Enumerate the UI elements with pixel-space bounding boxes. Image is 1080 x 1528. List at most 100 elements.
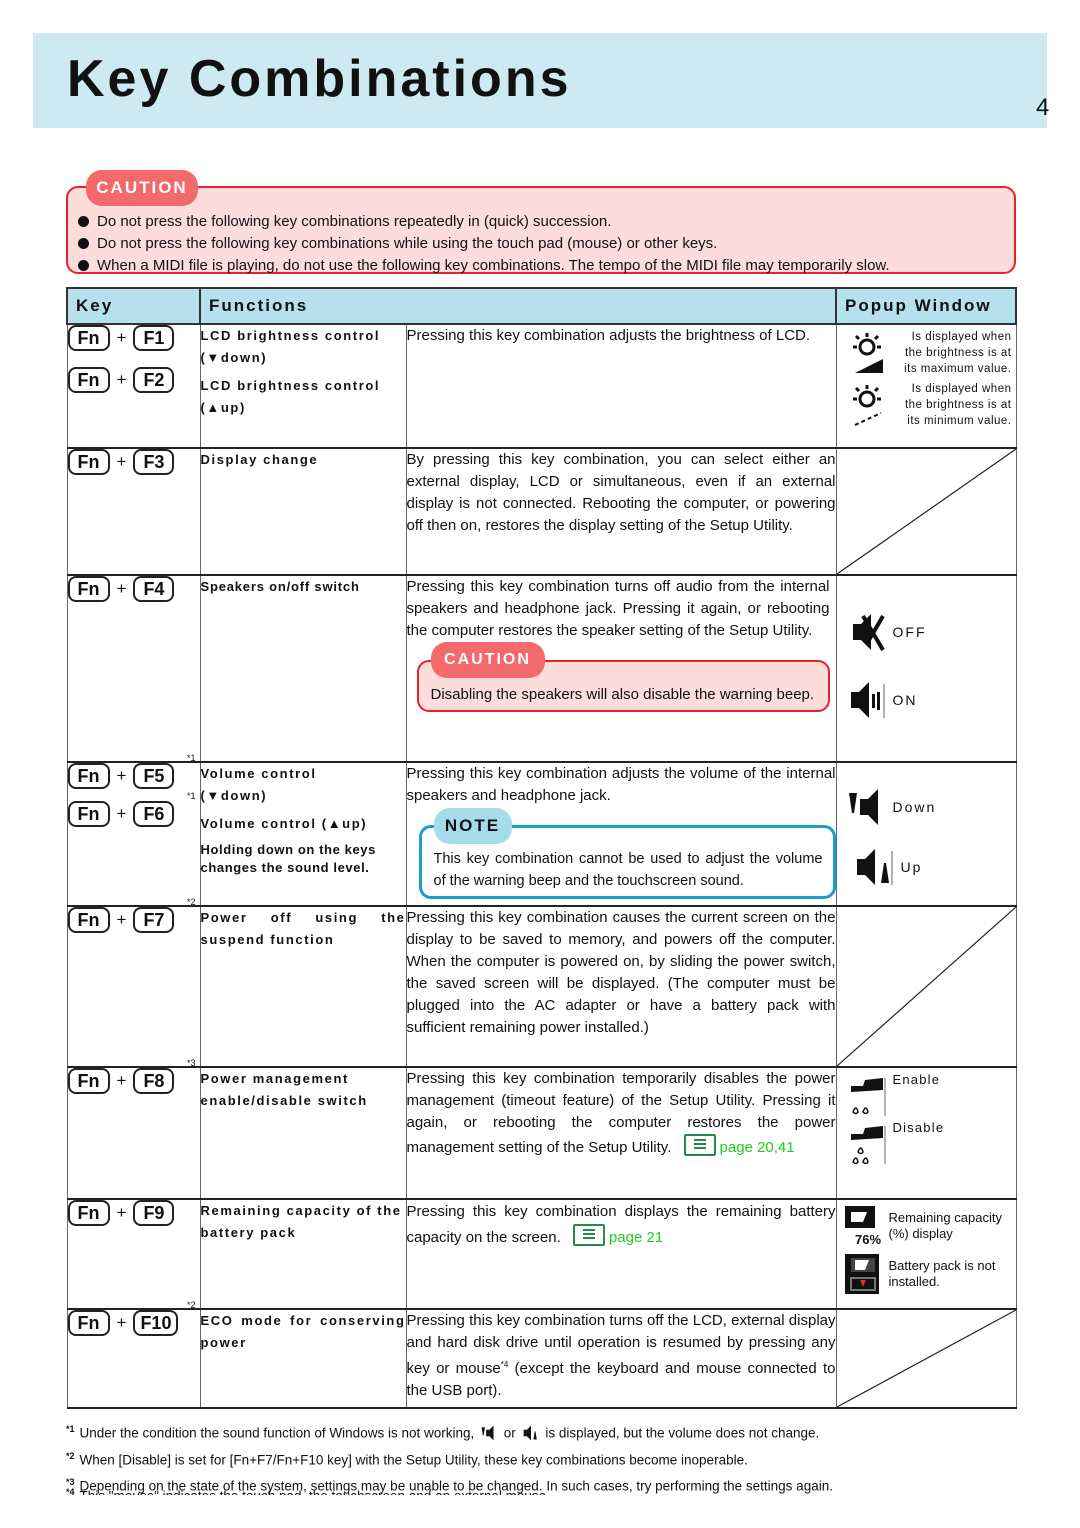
- function-name: LCD brightness control (▼down): [200, 328, 381, 365]
- footnote: *2 When [Disable] is set for [Fn+F7/Fn+F1…: [66, 1450, 748, 1468]
- reference-book-icon: [572, 1224, 605, 1246]
- table-row: Fn + F7 *2 Power off using the suspend func…: [66, 897, 1017, 1068]
- caution-item: When a MIDI file is playing, do not use …: [78, 255, 890, 277]
- key-fn: Fn: [67, 576, 110, 602]
- title-banner: Key Combinations: [33, 33, 1047, 128]
- key-combo: Fn + F6 *1: [67, 791, 200, 827]
- caution-label: CAUTION: [86, 170, 198, 206]
- speaker-off-icon: [852, 614, 885, 652]
- key-cell: Fn + F10 *2: [66, 1300, 201, 1409]
- key-cell: Fn + F5 *1 Fn + F6 *1: [66, 753, 201, 907]
- description-cell: Pressing this key combination temporaril…: [405, 1066, 837, 1200]
- key-combo: Fn + F7 *2: [67, 897, 200, 933]
- key-fn: Fn: [67, 801, 110, 827]
- key-f10: F10: [133, 1310, 179, 1336]
- key-cell: Fn + F7 *2: [66, 897, 201, 1068]
- key-f1: F1: [133, 325, 175, 351]
- function-name: Remaining capacity of the battery pack: [200, 1203, 402, 1240]
- header-key: Key: [66, 287, 201, 325]
- key-fn: Fn: [67, 907, 110, 933]
- key-combo: Fn + F4: [67, 576, 200, 602]
- popup-cell: Is displayed when the brightness is at i…: [835, 323, 1017, 449]
- function-cell: Speakers on/off switch: [199, 574, 407, 763]
- popup-item: Down: [837, 781, 1016, 829]
- popup-item: 76% Remaining capacity (%) display: [837, 1200, 1016, 1248]
- bullet-icon: [78, 238, 89, 249]
- key-combo: Fn + F2: [67, 367, 200, 393]
- popup-item: ON: [837, 674, 1016, 722]
- function-cell: LCD brightness control (▼down) LCD brigh…: [199, 323, 407, 449]
- caution-text: Disabling the speakers will also disable…: [430, 686, 815, 703]
- description-cell: Pressing this key combination displays t…: [405, 1198, 837, 1310]
- key-f2: F2: [133, 367, 175, 393]
- note-box: NOTE This key combination cannot be used…: [418, 808, 836, 899]
- key-f3: F3: [133, 449, 175, 475]
- table-row: Fn + F9 Remaining capacity of the battery …: [66, 1198, 1017, 1310]
- function-name: Volume control (▼down): [200, 766, 317, 803]
- svg-text:76%: 76%: [855, 1232, 881, 1247]
- footnotes: *1 Under the condition the sound function…: [66, 1418, 1026, 1498]
- function-cell: ECO mode for conserving power: [199, 1308, 407, 1409]
- table-row: Fn + F8 *3 Power management enable/disable …: [66, 1058, 1017, 1200]
- caution-inline-box: CAUTION Disabling the speakers will also…: [416, 642, 830, 712]
- description-cell: By pressing this key combination, you ca…: [405, 447, 837, 576]
- popup-cell: 76% Remaining capacity (%) display Batte…: [835, 1198, 1017, 1310]
- key-f7: F7: [133, 907, 175, 933]
- function-note: Holding down on the keys changes the sou…: [200, 842, 376, 875]
- header-functions: Functions: [199, 287, 837, 325]
- volume-down-icon: [481, 1425, 494, 1440]
- note-text: This key combination cannot be used to a…: [433, 851, 823, 889]
- description-cell: Pressing this key combination causes the…: [405, 905, 837, 1068]
- footnote-ref: *2: [186, 897, 196, 907]
- key-cell: Fn + F1 Fn + F2: [66, 323, 201, 449]
- power-mgmt-disable-icon: [850, 1126, 885, 1164]
- footnote-ref: *1: [186, 791, 196, 801]
- key-combo: Fn + F5 *1: [67, 753, 200, 789]
- function-name: LCD brightness control (▲up): [200, 378, 381, 415]
- key-f9: F9: [133, 1200, 175, 1226]
- key-f6: F6: [133, 801, 175, 827]
- description-cell: Pressing this key combination adjusts th…: [405, 761, 837, 907]
- page-number: 4: [1036, 94, 1050, 121]
- function-name: Power off using the suspend function: [200, 910, 406, 947]
- popup-cell-empty: [835, 447, 1017, 576]
- key-combo: Fn + F10 *2: [67, 1300, 200, 1336]
- reference-book-icon: [683, 1134, 716, 1156]
- footnote: *1 Under the condition the sound function…: [66, 1424, 820, 1441]
- footnote-ref: *3: [186, 1058, 196, 1068]
- key-combinations-table: Key Functions Popup Window Fn + F1 Fn + F2 L…: [66, 287, 1017, 1409]
- function-cell: Volume control (▼down) Volume control (▲…: [199, 761, 407, 907]
- key-cell: Fn + F3: [66, 447, 201, 576]
- key-fn: Fn: [67, 1200, 110, 1226]
- popup-cell: OFF ON: [835, 574, 1017, 763]
- popup-cell-empty: [835, 1308, 1017, 1409]
- page-reference-link[interactable]: page 20,41: [676, 1134, 795, 1156]
- description-cell: Pressing this key combination turns off …: [405, 574, 837, 763]
- function-cell: Remaining capacity of the battery pack: [199, 1198, 407, 1310]
- header-popup: Popup Window: [835, 287, 1017, 325]
- bullet-icon: [78, 260, 89, 271]
- popup-item: Is displayed when the brightness is at i…: [837, 377, 1016, 429]
- popup-item: OFF: [837, 606, 1016, 654]
- popup-cell-empty: [835, 905, 1017, 1068]
- page-reference-link[interactable]: page 21: [565, 1224, 663, 1246]
- table-row: Fn + F3 Display change By pressing this ke…: [66, 447, 1017, 576]
- key-fn: Fn: [67, 1310, 110, 1336]
- key-f4: F4: [133, 576, 175, 602]
- caution-item: Do not press the following key combinati…: [78, 211, 890, 233]
- description-cell: Pressing this key combination turns off …: [405, 1308, 837, 1409]
- caution-item: Do not press the following key combinati…: [78, 233, 890, 255]
- popup-item: Disable: [837, 1116, 1016, 1164]
- function-cell: Display change: [199, 447, 407, 576]
- volume-up-icon: [856, 849, 892, 885]
- popup-item: Enable: [837, 1068, 1016, 1116]
- battery-not-installed-icon: [844, 1254, 879, 1294]
- function-name: ECO mode for conserving power: [200, 1313, 406, 1350]
- not-applicable-slash: [837, 907, 1016, 1066]
- key-cell: Fn + F8 *3: [66, 1058, 201, 1200]
- caution-label: CAUTION: [430, 642, 545, 678]
- bullet-icon: [78, 216, 89, 227]
- power-mgmt-enable-icon: [850, 1078, 885, 1116]
- caution-box: CAUTION Do not press the following key c…: [66, 170, 1016, 277]
- table-header-row: Key Functions Popup Window: [66, 287, 1017, 325]
